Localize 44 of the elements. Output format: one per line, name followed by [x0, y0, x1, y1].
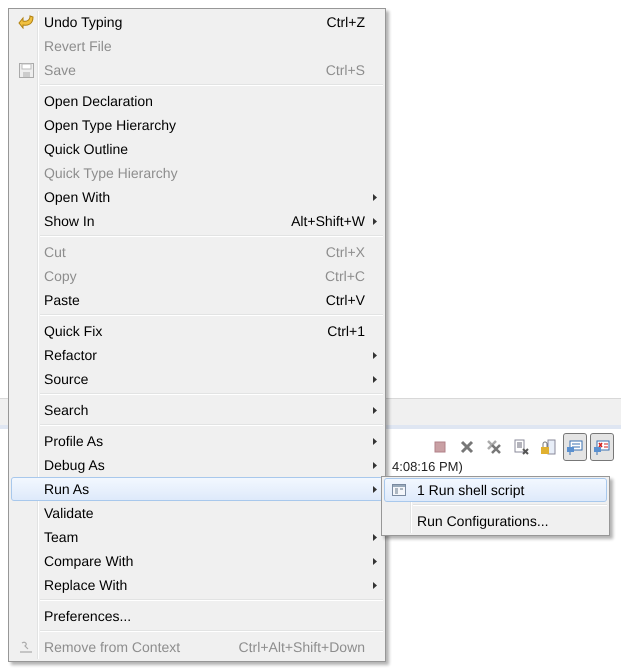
toolbar-button[interactable]: [590, 433, 614, 461]
submenu-arrow-icon: [373, 582, 377, 588]
toolbar-button[interactable]: [563, 433, 587, 461]
menu-item[interactable]: Search: [11, 398, 383, 422]
menu-item[interactable]: Paste Ctrl+V: [11, 288, 383, 312]
menu-item[interactable]: Quick Fix Ctrl+1: [11, 319, 383, 343]
menu-item[interactable]: Replace With: [11, 573, 383, 597]
menu-item[interactable]: Open Type Hierarchy: [11, 113, 383, 137]
lock-icon: [539, 438, 557, 456]
submenu-arrow-icon: [373, 194, 377, 200]
menu-item[interactable]: Open Declaration: [11, 89, 383, 113]
menu-item[interactable]: Compare With: [11, 549, 383, 573]
submenu-arrow-icon: [373, 462, 377, 468]
submenu-arrow-icon: [373, 376, 377, 382]
menu-item[interactable]: Run As: [11, 477, 383, 501]
submenu-arrow-icon: [373, 406, 377, 414]
remove-x-icon: [458, 438, 476, 456]
menu-item[interactable]: Undo Typing Ctrl+Z: [11, 10, 383, 34]
undo-arrow-icon: [18, 15, 34, 29]
console-text: 4:08:16 PM): [392, 459, 463, 474]
menu-item[interactable]: 1 Run shell script: [384, 478, 607, 502]
submenu-arrow-icon: [373, 438, 377, 444]
console-icon: [566, 438, 584, 456]
menu-item[interactable]: Team: [11, 525, 383, 549]
menu-item[interactable]: Validate: [11, 501, 383, 525]
remove-all-icon: [485, 438, 503, 456]
menu-item[interactable]: Run Configurations...: [384, 509, 607, 533]
menu-item[interactable]: Open With: [11, 185, 383, 209]
submenu-arrow-icon: [373, 218, 377, 224]
submenu-arrow-icon: [373, 534, 377, 540]
menu-item[interactable]: Quick Outline: [11, 137, 383, 161]
document-x-icon: [512, 438, 530, 456]
submenu-arrow-icon: [373, 558, 377, 564]
menu-item[interactable]: Show In Alt+Shift+W: [11, 209, 383, 233]
menu-item[interactable]: Debug As: [11, 453, 383, 477]
remove-context-icon: [19, 641, 33, 653]
window-icon: [392, 484, 406, 496]
submenu-arrow-icon: [373, 352, 377, 358]
menu-item[interactable]: Preferences...: [11, 604, 383, 628]
menu-item[interactable]: Source: [11, 367, 383, 391]
menu-item[interactable]: Refactor: [11, 343, 383, 367]
submenu-arrow-icon: [373, 486, 377, 492]
console-error-icon: [593, 438, 611, 456]
menu-item[interactable]: Profile As: [11, 429, 383, 453]
